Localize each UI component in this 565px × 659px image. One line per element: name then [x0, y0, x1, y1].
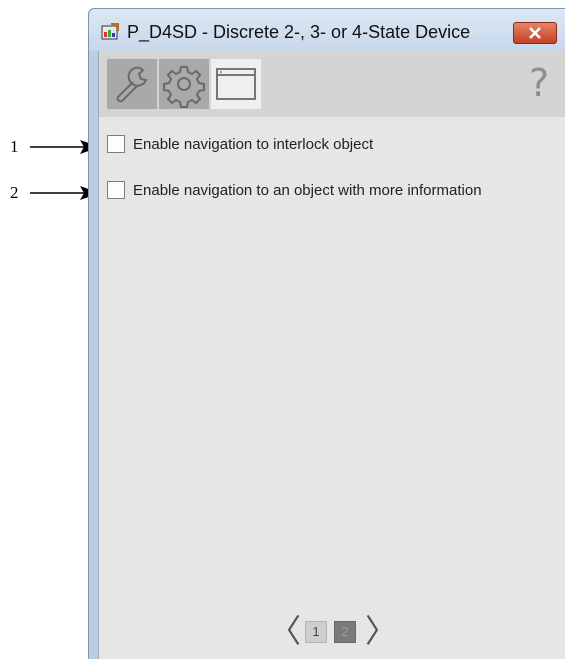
option-interlock-navigation[interactable]: Enable navigation to interlock object — [107, 133, 373, 155]
option-label: Enable navigation to an object with more… — [133, 181, 482, 199]
tab-settings[interactable] — [159, 59, 209, 109]
device-faceplate-icon — [101, 23, 119, 40]
window-title: P_D4SD - Discrete 2-, 3- or 4-State Devi… — [127, 22, 471, 42]
title-bar[interactable]: P_D4SD - Discrete 2-, 3- or 4-State Devi… — [89, 9, 565, 51]
page: 1 2 P_D4SD - Discrete 2-, 3- or 4-State … — [0, 0, 565, 659]
callout-number: 2 — [10, 183, 19, 202]
help-icon[interactable]: ? — [529, 61, 549, 105]
faceplate-window: P_D4SD - Discrete 2-, 3- or 4-State Devi… — [88, 8, 565, 659]
tab-display[interactable] — [211, 59, 261, 109]
page-1-button[interactable]: 1 — [305, 621, 327, 643]
close-icon — [529, 27, 541, 39]
tab-maintenance[interactable] — [107, 59, 157, 109]
callout-2: 2 — [0, 183, 100, 203]
pagination: 〈 1 2 〉 — [269, 611, 469, 651]
faceplate-toolbar: ? — [99, 51, 565, 117]
option-info-navigation[interactable]: Enable navigation to an object with more… — [107, 179, 482, 201]
callout-1: 1 — [0, 137, 100, 157]
page-2-button[interactable]: 2 — [334, 621, 356, 643]
faceplate-content: ? Enable navigation to interlock object … — [98, 51, 565, 659]
previous-page-button[interactable]: 〈 — [269, 615, 301, 647]
callout-number: 1 — [10, 137, 19, 156]
interlock-navigation-checkbox[interactable] — [107, 135, 125, 153]
gear-icon — [163, 66, 205, 108]
wrench-icon — [116, 66, 148, 103]
close-button[interactable] — [513, 22, 557, 44]
window-icon — [216, 68, 256, 100]
option-label: Enable navigation to interlock object — [133, 135, 374, 153]
next-page-button[interactable]: 〉 — [365, 615, 397, 647]
info-navigation-checkbox[interactable] — [107, 181, 125, 199]
